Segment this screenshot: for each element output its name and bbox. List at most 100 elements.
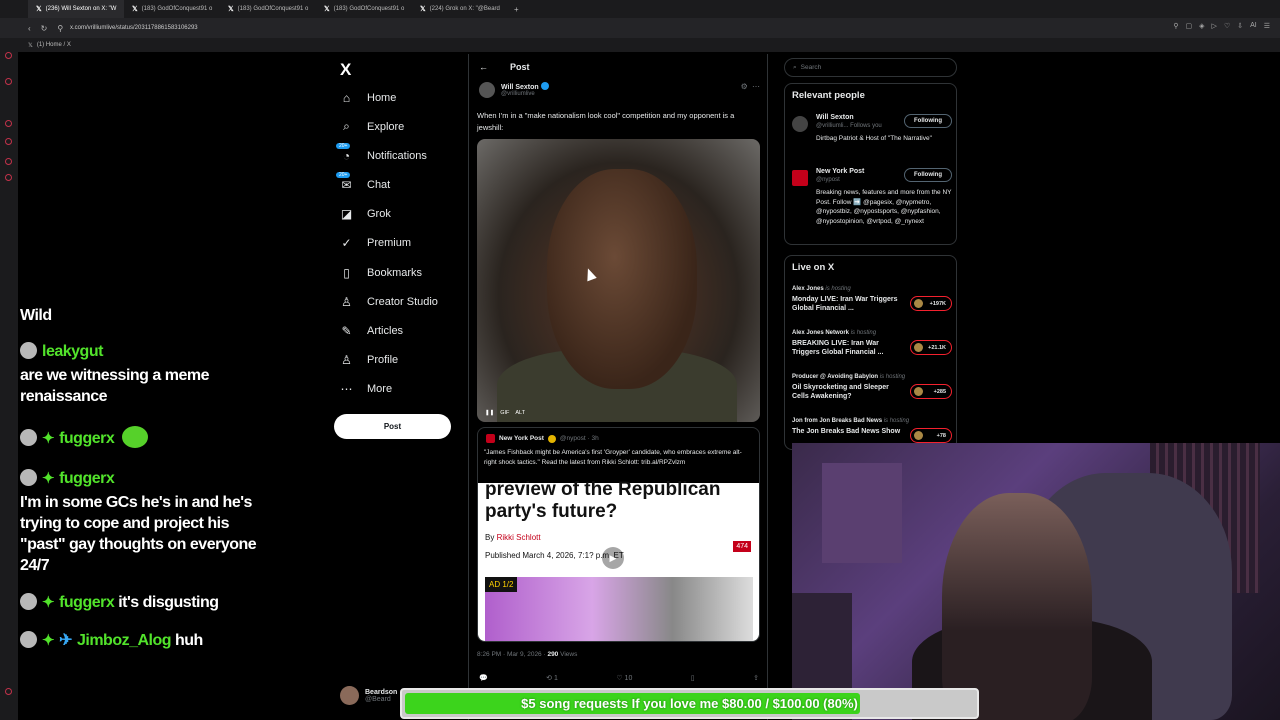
search-icon: ⌕ [793,63,797,71]
pause-icon[interactable]: ❚❚ [485,410,494,416]
chat-text: Wild [20,307,52,324]
stream-screen: 𝕏 (236) Will Sexton on X: "W 𝕏 (183) GodOf… [0,0,1280,720]
alt-badge[interactable]: ALT [515,410,525,416]
relevant-person[interactable]: New York Post @nypost Breaking news, fea… [792,168,952,244]
listener-count: +21.1K [910,340,952,355]
gif-face [547,169,697,389]
x-logo[interactable]: X [340,60,351,80]
browser-tab-2[interactable]: 𝕏 (183) GodOfConquest91 o [124,0,220,18]
following-button[interactable]: Following [904,168,952,182]
share-icon[interactable]: ⇪ [753,674,759,682]
live-item[interactable]: Alex Jones Network is hosting BREAKING L… [792,330,952,357]
person-handle: @vrilliumli... Follows you [816,123,882,129]
snapshot-icon[interactable]: ▢ [1186,22,1193,30]
back-arrow-icon[interactable]: ← [479,62,488,72]
verified-icon [547,434,556,443]
x-favicon-icon: 𝕏 [132,6,138,13]
nav-articles[interactable]: ✎ Articles [340,324,460,338]
count-text: +197K [929,300,946,307]
nav-notifications[interactable]: ◔ 20+ Notifications [336,143,460,163]
download-icon[interactable]: ⇩ [1237,22,1243,30]
nav-more[interactable]: ⋯ More [340,382,460,396]
author-handle[interactable]: @vrilliumlive [501,91,549,97]
wall-poster [822,463,902,563]
sidebar-app-icon[interactable] [5,174,12,181]
back-icon[interactable]: ‹ [28,24,31,33]
menu-icon[interactable]: ☰ [1264,22,1270,30]
nav-label: Notifications [367,149,427,162]
chat-username: Jimboz_Alog [76,632,172,649]
play-icon[interactable]: ▶ [602,547,624,569]
reload-icon[interactable]: ↻ [41,24,48,33]
frog-emote-icon [122,426,149,448]
home-icon: ⌂ [342,90,351,105]
nav-explore[interactable]: ⌕ Explore [340,119,460,133]
sidebar-app-icon[interactable] [5,78,12,85]
sidebar-app-icon[interactable] [5,120,12,127]
host-avatar [914,431,923,440]
following-button[interactable]: Following [904,114,952,128]
nav-label: Premium [367,236,412,249]
grok-analyze-icon[interactable]: ⚙ ⋯ [741,82,761,91]
user-badge-icon [20,469,37,486]
person-bio: Breaking news, features and more from th… [816,189,952,225]
post-button[interactable]: Post [334,414,451,439]
author-name[interactable]: Will Sexton [501,82,549,91]
sidebar-app-icon[interactable] [5,158,12,165]
sword-badge-icon: ✈ [59,632,72,649]
browser-tab-4[interactable]: 𝕏 (183) GodOfConquest91 o [316,0,412,18]
byline-author: Rikki Schlott [496,533,541,542]
nav-label: Chat [367,178,391,191]
heart-icon[interactable]: ♡ [1224,22,1230,30]
chat-username: fuggerx [59,430,115,447]
post-column: ← Post Will Sexton @vrilliumlive ⚙ ⋯ Whe… [468,54,768,720]
host-status: is hosting [825,286,851,292]
new-tab-button[interactable]: + [508,5,525,14]
nav-grok[interactable]: ◪ Grok [340,207,460,221]
nav-bookmarks[interactable]: ▯ Bookmarks [340,266,460,280]
quote-handle: @nypost · 3h [559,435,599,442]
live-item[interactable]: Producer @ Avoiding Babylon is hosting O… [792,374,952,401]
pin-icon[interactable]: ⚲ [1173,22,1178,30]
sidebar-app-icon[interactable] [5,52,12,59]
avatar[interactable] [479,82,495,98]
repost-icon[interactable]: ⟲ 1 [546,674,558,682]
relevant-person[interactable]: Will Sexton @vrilliumli... Follows you D… [792,114,952,164]
ai-icon[interactable]: AI [1250,22,1257,30]
browser-tab-5[interactable]: 𝕏 (224) Grok on X: "@Beard [412,0,508,18]
nav-creator-studio[interactable]: ♙ Creator Studio [340,295,460,309]
mail-icon: ✉ 20+ [336,172,353,192]
live-on-x-card: Live on X Alex Jones is hosting Monday L… [784,255,957,450]
bookmark-home[interactable]: (1) Home / X [37,42,71,48]
host-avatar [914,387,923,396]
sidebar-settings-icon[interactable] [5,688,12,695]
post-gif[interactable]: ❚❚ GIF ALT [477,139,760,422]
gif-badge: GIF [500,410,510,416]
nav-chat[interactable]: ✉ 20+ Chat [336,172,460,192]
post-meta: 8:26 PM · Mar 9, 2026 · 290 Views [477,651,577,658]
chat-text: it's disgusting [118,594,219,611]
like-icon[interactable]: ♡ 10 [616,674,632,682]
post-actions: 💬 ⟲ 1 ♡ 10 ▯ ⇪ [479,674,759,682]
gif-controls: ❚❚ GIF ALT [485,410,525,416]
nav-premium[interactable]: ✓ Premium [340,236,460,250]
bookmark-icon[interactable]: ▯ [691,674,695,682]
search-input[interactable]: ⌕ Search [784,58,957,77]
host-avatar [914,343,923,352]
url-field[interactable]: x.com/vrilliumlive/status/20311788615831… [70,25,198,31]
live-item[interactable]: Alex Jones is hosting Monday LIVE: Iran … [792,286,952,313]
chat-message: are we witnessing a meme renaissance [20,367,209,405]
sidebar-app-icon[interactable] [5,138,12,145]
nav-home[interactable]: ⌂ Home [340,90,460,105]
browser-tab-3[interactable]: 𝕏 (183) GodOfConquest91 o [220,0,316,18]
browser-tab-1[interactable]: 𝕏 (236) Will Sexton on X: "W [28,0,124,18]
account-switcher[interactable]: Beardson @Beard [340,686,397,705]
play-icon[interactable]: ▷ [1212,22,1217,30]
reply-icon[interactable]: 💬 [479,674,488,682]
article-preview[interactable]: preview of the Republican party's future… [478,479,759,641]
shield-icon[interactable]: ◈ [1199,22,1204,30]
host-name: Producer @ Avoiding Babylon [792,374,879,380]
live-item[interactable]: Jon from Jon Breaks Bad News is hosting … [792,418,952,443]
nav-profile[interactable]: ♙ Profile [340,353,460,367]
quoted-post[interactable]: New York Post @nypost · 3h "James Fishba… [477,427,760,642]
